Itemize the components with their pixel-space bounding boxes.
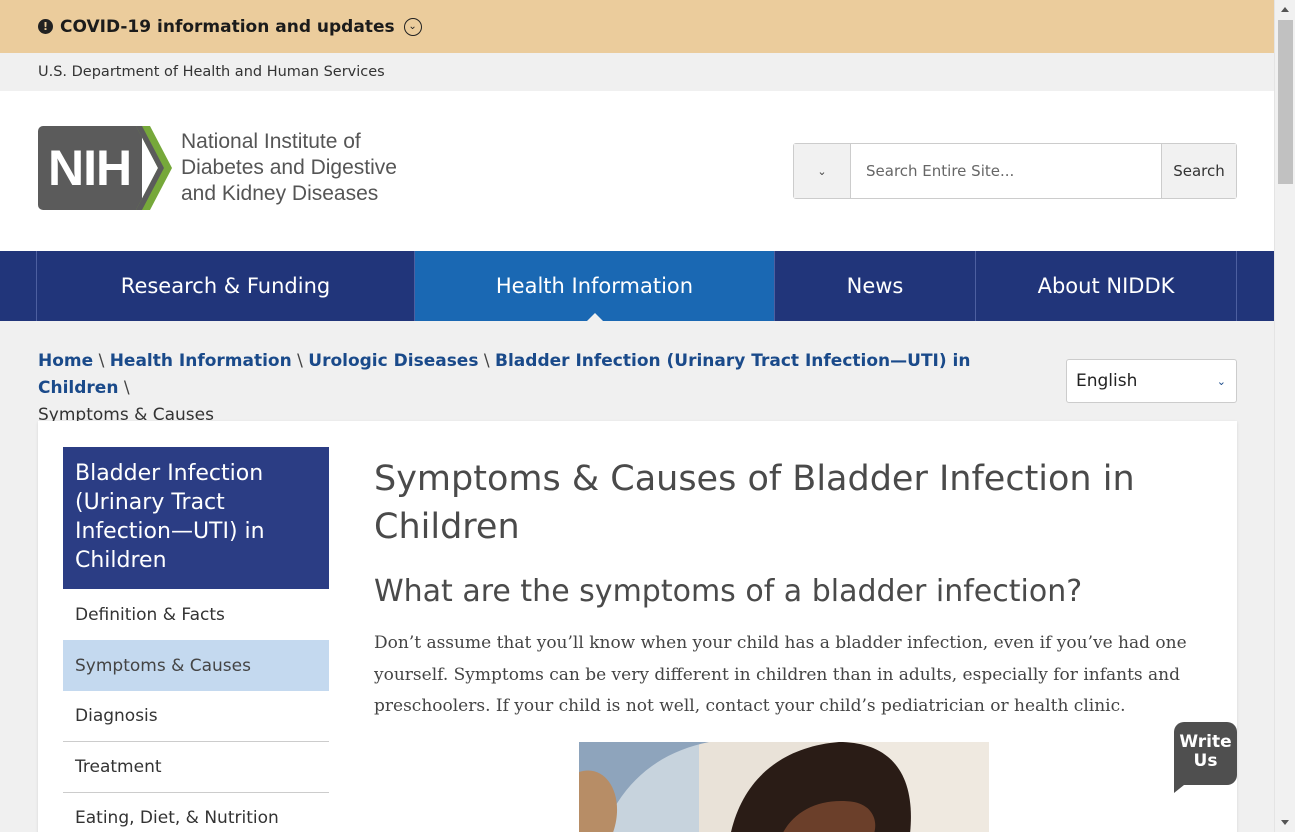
- chevron-down-icon: ⌄: [817, 164, 827, 178]
- alert-icon: !: [38, 19, 53, 34]
- sidenav-item-definition-facts[interactable]: Definition & Facts: [63, 589, 329, 640]
- nav-item-news[interactable]: News: [775, 251, 976, 321]
- section-sidenav: Bladder Infection (Urinary Tract Infecti…: [63, 447, 329, 832]
- sidenav-title[interactable]: Bladder Infection (Urinary Tract Infecti…: [63, 447, 329, 589]
- page: ! COVID-19 information and updates ⌄ U.S…: [0, 0, 1274, 832]
- nih-logo-mark: NIH: [38, 126, 172, 210]
- page-title: Symptoms & Causes of Bladder Infection i…: [374, 459, 1135, 547]
- section-heading: What are the symptoms of a bladder infec…: [374, 574, 1083, 609]
- search-input[interactable]: [851, 144, 1161, 198]
- child-photo-image: [579, 742, 989, 832]
- site-header: NIH National Institute of Diabetes and D…: [0, 91, 1274, 251]
- scroll-up-arrow-icon[interactable]: [1281, 7, 1289, 12]
- breadcrumb-separator: \: [483, 351, 490, 371]
- language-select-value: English: [1076, 371, 1138, 391]
- page-scrollbar[interactable]: [1274, 0, 1295, 832]
- covid-banner-text[interactable]: COVID-19 information and updates: [60, 17, 395, 37]
- search-button[interactable]: Search: [1161, 144, 1236, 198]
- hhs-bar: U.S. Department of Health and Human Serv…: [0, 53, 1274, 91]
- breadcrumb-link-home[interactable]: Home: [38, 351, 93, 371]
- logo-line: and Kidney Diseases: [181, 182, 379, 205]
- logo-line: Diabetes and Digestive: [181, 156, 397, 179]
- chevron-down-icon: ⌄: [1216, 374, 1226, 388]
- hhs-link[interactable]: U.S. Department of Health and Human Serv…: [38, 64, 385, 80]
- nih-logo-chevron: [136, 126, 172, 210]
- breadcrumb-separator: \: [297, 351, 303, 371]
- search-scope-dropdown[interactable]: ⌄: [794, 144, 851, 198]
- breadcrumb: Home \ Health Information \ Urologic Dis…: [38, 348, 998, 429]
- chevron-down-circle-icon[interactable]: ⌄: [403, 17, 422, 36]
- covid-banner[interactable]: ! COVID-19 information and updates ⌄: [0, 0, 1274, 53]
- main-nav: Research & Funding Health Information Ne…: [0, 251, 1274, 321]
- article-content: Symptoms & Causes of Bladder Infection i…: [374, 455, 1204, 723]
- nav-item-health-information[interactable]: Health Information: [415, 251, 775, 321]
- breadcrumb-separator: \: [98, 351, 105, 371]
- sidenav-item-symptoms-causes[interactable]: Symptoms & Causes: [63, 640, 329, 691]
- sidenav-item-eating-diet-nutrition[interactable]: Eating, Diet, & Nutrition: [63, 793, 329, 832]
- nav-item-about-niddk[interactable]: About NIDDK: [976, 251, 1237, 321]
- breadcrumb-link-urologic-diseases[interactable]: Urologic Diseases: [308, 351, 478, 371]
- scrollbar-thumb[interactable]: [1278, 20, 1293, 184]
- breadcrumb-separator: \: [123, 378, 130, 398]
- scroll-down-arrow-icon[interactable]: [1281, 820, 1289, 825]
- write-us-button[interactable]: Write Us: [1174, 722, 1237, 793]
- write-us-line2: Us: [1193, 751, 1218, 771]
- nav-spacer: [0, 251, 37, 321]
- article-photo: [579, 742, 989, 832]
- article-paragraph: Don’t assume that you’ll know when your …: [374, 633, 1187, 716]
- language-select[interactable]: English ⌄: [1066, 359, 1237, 403]
- sidenav-item-treatment[interactable]: Treatment: [63, 742, 329, 793]
- write-us-line1: Write: [1179, 732, 1232, 752]
- nav-item-research-funding[interactable]: Research & Funding: [37, 251, 415, 321]
- site-search: ⌄ Search: [793, 143, 1237, 199]
- breadcrumb-link-health-information[interactable]: Health Information: [110, 351, 292, 371]
- logo-line: National Institute of: [181, 130, 361, 153]
- sidenav-item-diagnosis[interactable]: Diagnosis: [63, 691, 329, 742]
- niddk-logo[interactable]: NIH National Institute of Diabetes and D…: [38, 126, 397, 210]
- content-card: Bladder Infection (Urinary Tract Infecti…: [38, 421, 1237, 832]
- logo-institute-name: National Institute of Diabetes and Diges…: [181, 129, 397, 207]
- nih-logo-letters: NIH: [48, 140, 132, 196]
